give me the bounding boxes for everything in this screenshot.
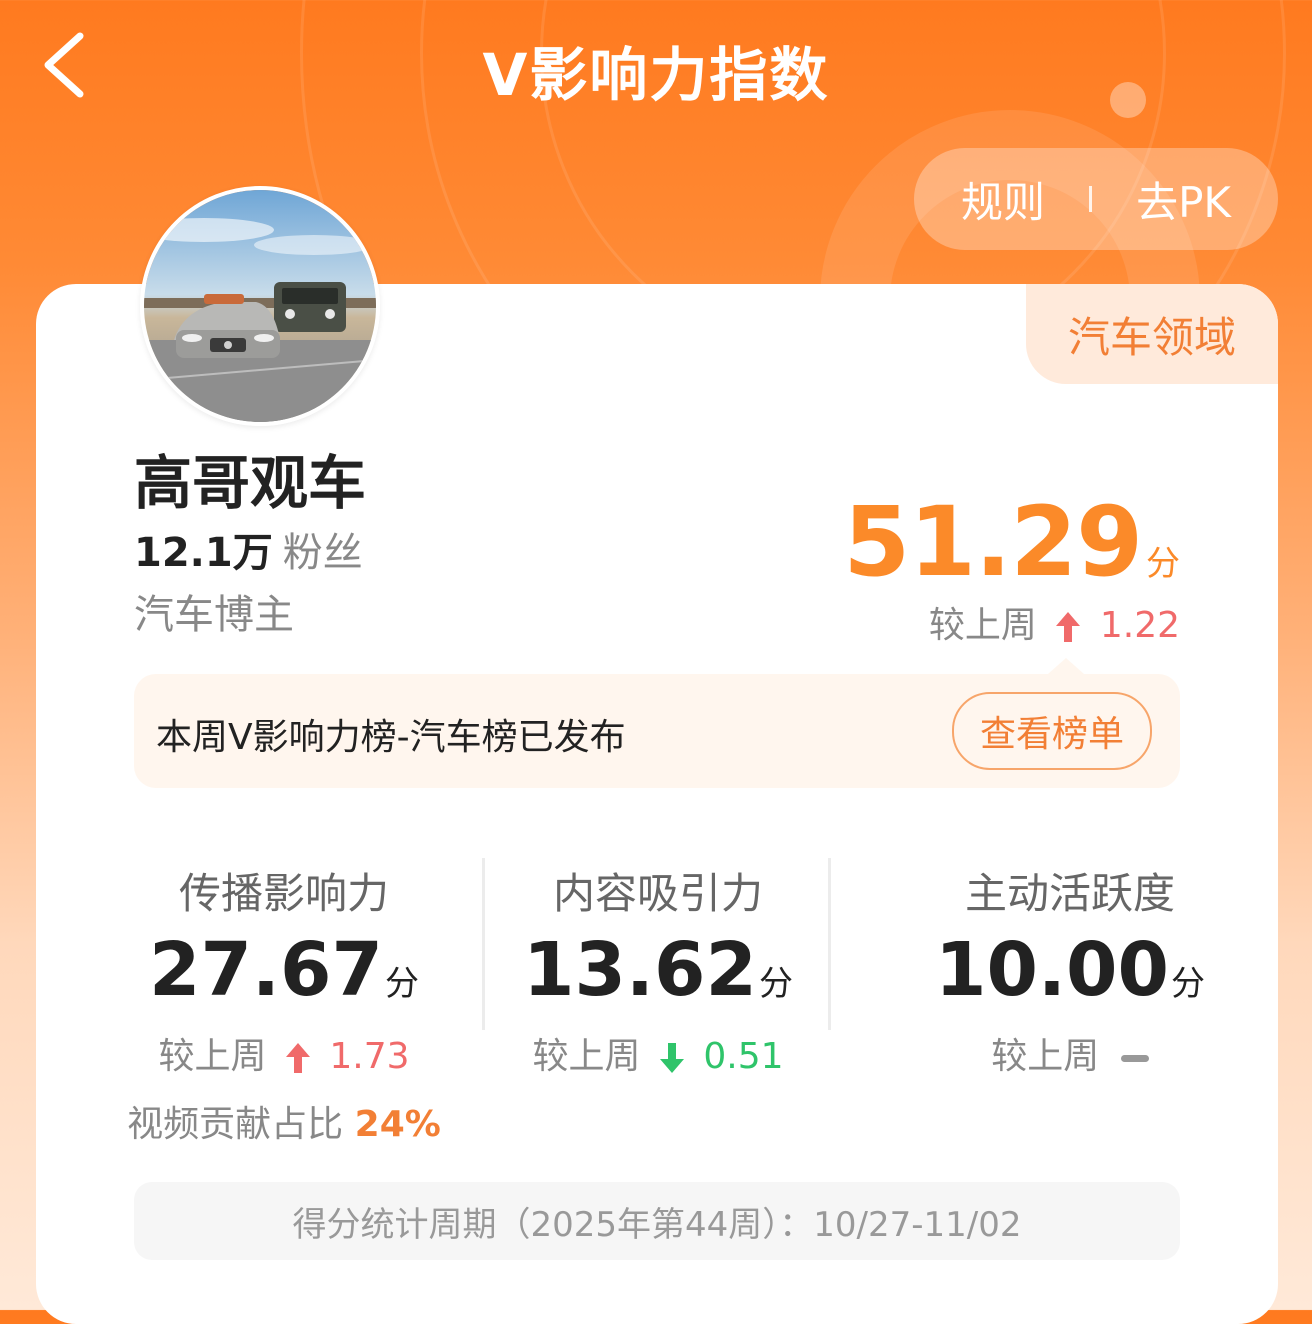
compare-label: 较上周 — [991, 1036, 1100, 1077]
metric-value: 10.00分 — [890, 927, 1250, 1013]
metric-content: 内容吸引力 13.62分 较上周 0.51 — [478, 860, 838, 1079]
avatar-image — [144, 190, 376, 422]
change-value: 1.22 — [1099, 605, 1180, 646]
total-score-change: 较上周 1.22 — [929, 596, 1180, 648]
arrow-up-icon — [1056, 612, 1081, 642]
dash-icon — [1120, 1054, 1149, 1062]
ranking-notice: 本周V影响力榜-汽车榜已发布 查看榜单 — [134, 658, 1180, 788]
metric-unit: 分 — [759, 964, 794, 1004]
compare-label: 较上周 — [532, 1036, 641, 1077]
metric-label: 主动活跃度 — [964, 869, 1175, 918]
compare-label: 较上周 — [158, 1036, 267, 1077]
metric-activity: 主动活跃度 10.00分 较上周 — [890, 860, 1250, 1079]
metric-change: 较上周 1.73 — [104, 1027, 464, 1079]
metric-value: 27.67分 — [104, 927, 464, 1013]
metric-label: 内容吸引力 — [552, 869, 763, 918]
change-value: 1.73 — [329, 1036, 410, 1077]
metric-value: 13.62分 — [478, 927, 838, 1013]
metric-number: 10.00 — [934, 927, 1170, 1013]
notice-text: 本周V影响力榜-汽车榜已发布 — [156, 717, 626, 758]
rules-link[interactable]: 规则 — [961, 169, 1045, 230]
total-score: 51.29 分 — [843, 486, 1180, 598]
divider — [828, 858, 831, 1030]
view-ranking-button[interactable]: 查看榜单 — [952, 692, 1152, 770]
page-title: V影响力指数 — [482, 41, 830, 109]
total-score-unit: 分 — [1146, 544, 1180, 584]
metric-unit: 分 — [1171, 964, 1206, 1004]
avatar[interactable] — [140, 186, 380, 426]
fans-count: 12.1万 — [134, 530, 273, 576]
rules-pk-pill: 规则 去PK — [914, 148, 1278, 250]
metric-number: 27.67 — [148, 927, 384, 1013]
metric-spread: 传播影响力 27.67分 较上周 1.73 视频贡献占比 24% — [104, 860, 464, 1147]
arrow-up-icon — [285, 1043, 310, 1073]
profile-role: 汽车博主 — [134, 592, 294, 638]
score-period: 得分统计周期（2025年第44周）：10/27-11/02 — [134, 1182, 1180, 1260]
profile-name: 高哥观车 — [134, 449, 367, 517]
fans-line: 12.1万 粉丝 — [134, 520, 363, 578]
metric-number: 13.62 — [522, 927, 758, 1013]
video-share-value: 24% — [354, 1104, 441, 1145]
metric-change: 较上周 0.51 — [478, 1027, 838, 1079]
arrow-down-icon — [659, 1043, 684, 1073]
total-score-value: 51.29 — [843, 486, 1143, 598]
fans-label: 粉丝 — [282, 530, 363, 576]
metric-unit: 分 — [385, 964, 420, 1004]
compare-label: 较上周 — [928, 605, 1037, 646]
pill-divider — [1089, 186, 1093, 212]
change-value: 0.51 — [703, 1036, 784, 1077]
video-share: 视频贡献占比 24% — [104, 1095, 464, 1147]
metric-label: 传播影响力 — [178, 869, 389, 918]
notice-caret — [1048, 658, 1084, 674]
video-share-label: 视频贡献占比 — [127, 1104, 344, 1145]
metric-change: 较上周 — [890, 1027, 1250, 1079]
pk-link[interactable]: 去PK — [1136, 169, 1231, 230]
domain-tag: 汽车领域 — [1026, 284, 1278, 384]
